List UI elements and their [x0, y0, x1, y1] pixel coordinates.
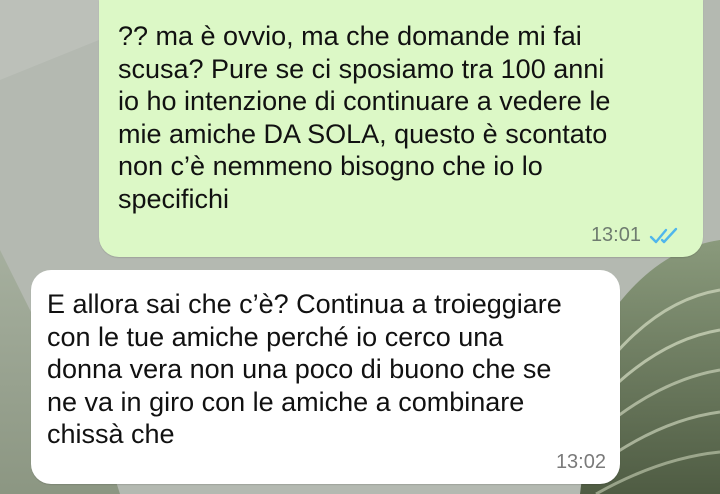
double-check-read-icon — [649, 227, 678, 244]
message-text: ?? ma è ovvio, ma che domande mi fai scu… — [118, 21, 611, 214]
message-timestamp: 13:02 — [555, 451, 606, 473]
message-timestamp: 13:01 — [590, 224, 641, 246]
message-text: E allora sai che c’è? Continua a troiegg… — [47, 289, 562, 449]
message-bubble-outgoing[interactable]: ?? ma è ovvio, ma che domande mi fai scu… — [99, 0, 703, 257]
message-bubble-incoming[interactable]: E allora sai che c’è? Continua a troiegg… — [31, 270, 620, 484]
